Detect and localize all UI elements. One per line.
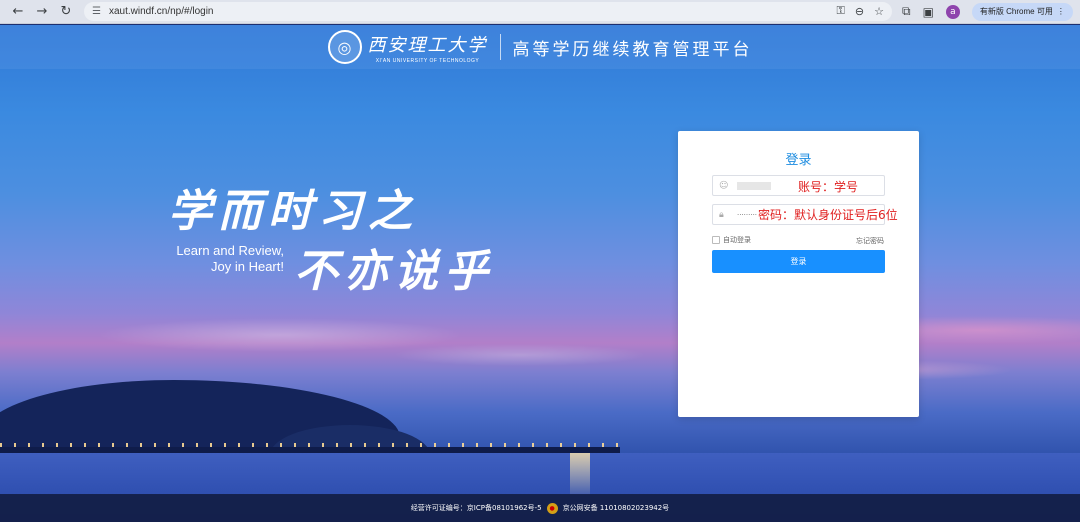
extensions-icon[interactable]: ⧉	[902, 4, 911, 19]
login-title: 登录	[785, 153, 812, 168]
slogan-line2: 不亦说乎	[294, 246, 494, 297]
icp-text: 经营许可证编号：京ICP备08101962号-5	[410, 504, 542, 512]
police-badge-icon: ●	[546, 502, 558, 514]
site-header: ◎ 西安理工大学 XI'AN UNIVERSITY OF TECHNOLOGY …	[0, 25, 1080, 69]
background-water	[0, 453, 1080, 495]
logo-cn: 西安理工大学	[367, 34, 488, 56]
background-reflection	[570, 453, 590, 495]
platform-title: 高等学历继续教育管理平台	[512, 39, 753, 60]
logo-en: XI'AN UNIVERSITY OF TECHNOLOGY	[375, 57, 480, 64]
lock-icon: 🔒︎	[719, 209, 724, 220]
slogan-line1: 学而时习之	[168, 186, 418, 237]
forward-icon[interactable]: →	[30, 0, 54, 24]
sidepanel-icon[interactable]: ▣	[923, 5, 934, 19]
header-divider	[499, 34, 501, 60]
tune-icon[interactable]: ☰	[92, 6, 101, 17]
forgot-password-link[interactable]: 忘记密码	[856, 236, 884, 246]
police-record-text: 京公网安备 11010802023942号	[562, 504, 670, 512]
password-mask: ·········	[737, 210, 758, 219]
address-bar[interactable]: ☰ xaut.windf.cn/np/#/login ⚿ ⊖ ☆	[84, 2, 892, 21]
star-icon[interactable]: ☆	[874, 5, 884, 18]
annotation-password: 密码：默认身份证号后6位	[758, 208, 898, 222]
remember-label: 自动登录	[723, 236, 751, 244]
slogan-english: Learn and Review, Joy in Heart!	[168, 243, 284, 275]
university-seal-icon: ◎	[327, 30, 362, 64]
login-button[interactable]: 登录	[712, 250, 885, 273]
remember-me[interactable]: 自动登录	[712, 235, 751, 245]
background-lights	[0, 443, 620, 447]
url-text[interactable]: xaut.windf.cn/np/#/login	[109, 6, 837, 17]
remember-checkbox[interactable]	[712, 236, 720, 244]
annotation-username: 账号：学号	[798, 180, 859, 194]
zoom-icon[interactable]: ⊖	[855, 5, 864, 18]
back-icon[interactable]: ←	[6, 0, 30, 24]
site-footer: 经营许可证编号：京ICP备08101962号-5 ● 京公网安备 1101080…	[0, 494, 1080, 522]
browser-toolbar: ← → ↻ ☰ xaut.windf.cn/np/#/login ⚿ ⊖ ☆ ⧉…	[0, 0, 1080, 24]
menu-icon[interactable]: ⋮	[1057, 7, 1065, 16]
update-chrome-button[interactable]: 有新版 Chrome 可用 ⋮	[971, 2, 1073, 21]
key-icon[interactable]: ⚿	[837, 5, 845, 18]
user-icon: ☺	[719, 180, 729, 191]
username-value-redacted	[737, 181, 771, 190]
slogan-en-line1: Learn and Review,	[176, 243, 284, 258]
slogan-en-line2: Joy in Heart!	[211, 259, 284, 274]
update-label: 有新版 Chrome 可用	[979, 7, 1053, 16]
login-card: 登录 ☺ 账号：学号 🔒︎ ········· 密码：默认身份证号后6位 自动登…	[678, 131, 919, 417]
reload-icon[interactable]: ↻	[54, 0, 78, 24]
login-page: ◎ 西安理工大学 XI'AN UNIVERSITY OF TECHNOLOGY …	[0, 25, 1080, 522]
avatar[interactable]: a	[945, 4, 960, 19]
university-logo: 西安理工大学 XI'AN UNIVERSITY OF TECHNOLOGY	[368, 31, 488, 64]
